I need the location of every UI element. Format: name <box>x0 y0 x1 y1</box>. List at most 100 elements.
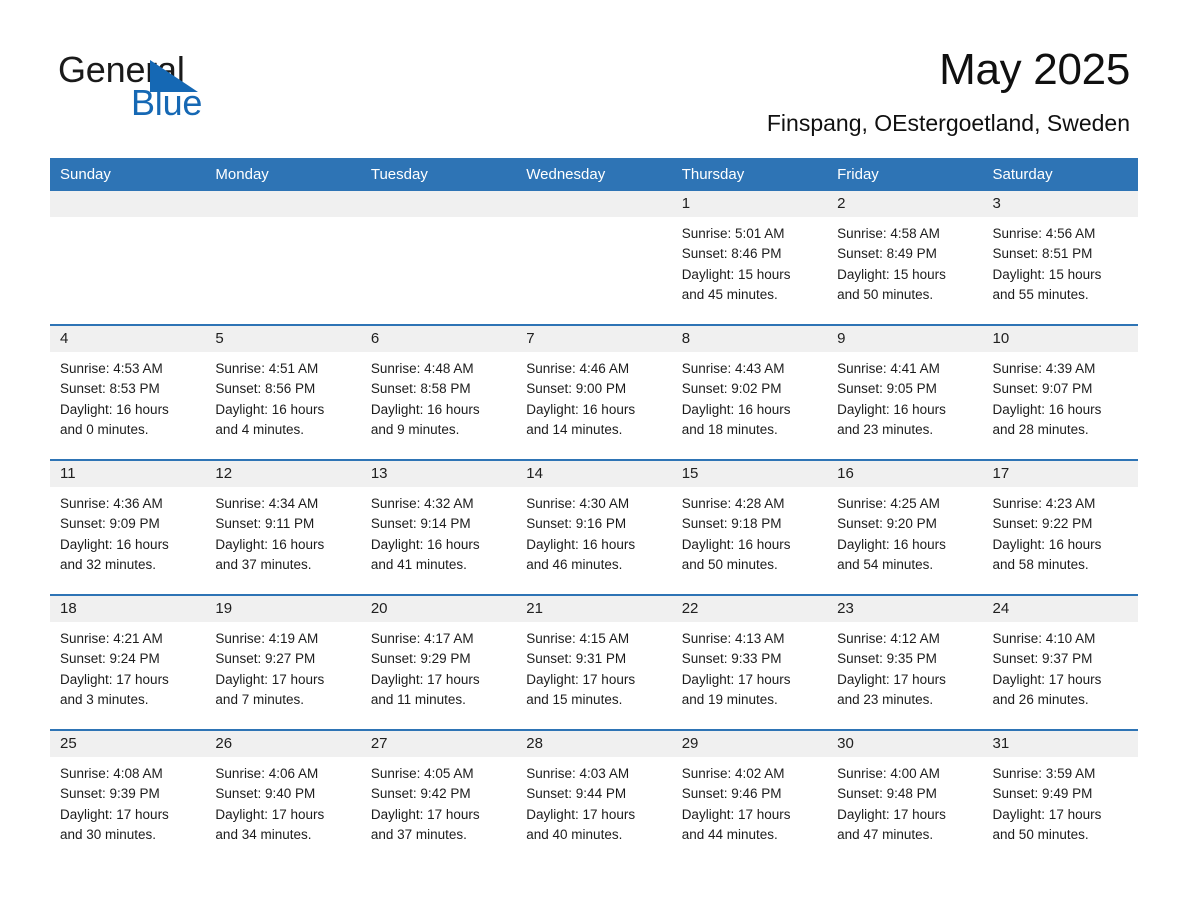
calendar-cell-day[interactable]: 4 Sunrise: 4:53 AM Sunset: 8:53 PM Daylight… <box>50 324 206 460</box>
daylight-text: Daylight: 16 hours and 54 minutes. <box>837 536 946 573</box>
day-cell: 1 Sunrise: 5:01 AM Sunset: 8:46 PM Daylight… <box>671 191 828 324</box>
day-details: Sunrise: 3:59 AM Sunset: 9:49 PM Daylight:… <box>983 757 1138 846</box>
calendar-cell-day[interactable]: 9 Sunrise: 4:41 AM Sunset: 9:05 PM Daylight… <box>827 324 983 460</box>
daylight-text: Daylight: 17 hours and 34 minutes. <box>215 806 325 843</box>
day-details: Sunrise: 4:05 AM Sunset: 9:42 PM Daylight:… <box>361 757 516 846</box>
sunset-text: Sunset: 9:33 PM <box>681 651 782 667</box>
weekday-header-sunday: Sunday <box>50 158 206 191</box>
daylight-text: Daylight: 17 hours and 50 minutes. <box>992 806 1102 843</box>
calendar-cell-day[interactable]: 24 Sunrise: 4:10 AM Sunset: 9:37 PM Dayligh… <box>982 594 1138 730</box>
daylight-text: Daylight: 17 hours and 3 minutes. <box>60 671 169 708</box>
day-number: 1 <box>671 191 828 217</box>
day-details: Sunrise: 4:46 AM Sunset: 9:00 PM Daylight:… <box>516 352 671 441</box>
calendar-cell-day[interactable]: 5 Sunrise: 4:51 AM Sunset: 8:56 PM Daylight… <box>205 324 361 460</box>
calendar-cell-day[interactable]: 16 Sunrise: 4:25 AM Sunset: 9:20 PM Dayligh… <box>827 459 983 595</box>
calendar-cell-day[interactable]: 22 Sunrise: 4:13 AM Sunset: 9:33 PM Dayligh… <box>671 594 828 730</box>
day-details: Sunrise: 4:32 AM Sunset: 9:14 PM Daylight:… <box>361 487 516 576</box>
day-number: 17 <box>982 461 1138 487</box>
calendar-cell-day[interactable]: 15 Sunrise: 4:28 AM Sunset: 9:18 PM Dayligh… <box>671 459 828 595</box>
calendar-cell-day[interactable]: 7 Sunrise: 4:46 AM Sunset: 9:00 PM Daylight… <box>516 324 672 460</box>
daylight-text: Daylight: 17 hours and 30 minutes. <box>60 806 169 843</box>
day-number: 24 <box>982 596 1138 622</box>
sunrise-text: Sunrise: 4:03 AM <box>526 766 630 781</box>
sunrise-text: Sunrise: 4:06 AM <box>215 766 319 781</box>
sunrise-text: Sunrise: 4:56 AM <box>992 226 1096 241</box>
calendar-cell-day[interactable]: 30 Sunrise: 4:00 AM Sunset: 9:48 PM Dayligh… <box>827 729 983 864</box>
calendar-week-row: 11 Sunrise: 4:36 AM Sunset: 9:09 PM Dayligh… <box>50 459 1138 595</box>
sunset-text: Sunset: 9:31 PM <box>526 651 627 667</box>
calendar-cell-day[interactable]: 12 Sunrise: 4:34 AM Sunset: 9:11 PM Dayligh… <box>205 459 361 595</box>
calendar-cell-day[interactable]: 31 Sunrise: 3:59 AM Sunset: 9:49 PM Dayligh… <box>982 729 1138 864</box>
calendar-body: 1 Sunrise: 5:01 AM Sunset: 8:46 PM Daylight… <box>50 191 1138 864</box>
weekday-header-thursday: Thursday <box>671 158 828 191</box>
location-subtitle: Finspang, OEstergoetland, Sweden <box>766 110 1130 136</box>
day-cell <box>205 191 361 324</box>
daylight-text: Daylight: 16 hours and 58 minutes. <box>992 536 1102 573</box>
calendar-page: General Blue May 2025 Finspang, OEstergo… <box>0 0 1188 918</box>
sunset-text: Sunset: 9:07 PM <box>992 381 1093 397</box>
daylight-text: Daylight: 17 hours and 7 minutes. <box>215 671 325 708</box>
calendar-cell-day[interactable]: 27 Sunrise: 4:05 AM Sunset: 9:42 PM Dayligh… <box>360 729 517 864</box>
day-number: 8 <box>671 326 828 352</box>
page-header: General Blue May 2025 Finspang, OEstergo… <box>0 0 1188 152</box>
calendar-cell-day[interactable]: 17 Sunrise: 4:23 AM Sunset: 9:22 PM Dayligh… <box>982 459 1138 595</box>
day-number: 29 <box>671 731 828 757</box>
day-cell: 20 Sunrise: 4:17 AM Sunset: 9:29 PM Dayligh… <box>360 596 517 729</box>
calendar-cell-day[interactable]: 6 Sunrise: 4:48 AM Sunset: 8:58 PM Daylight… <box>360 324 517 460</box>
day-number: 28 <box>516 731 672 757</box>
calendar-cell-day[interactable]: 2 Sunrise: 4:58 AM Sunset: 8:49 PM Daylight… <box>827 191 983 325</box>
day-number: 11 <box>50 461 206 487</box>
day-details: Sunrise: 4:41 AM Sunset: 9:05 PM Daylight:… <box>827 352 982 441</box>
calendar-cell-day[interactable]: 23 Sunrise: 4:12 AM Sunset: 9:35 PM Dayligh… <box>827 594 983 730</box>
calendar-header-row: Sunday Monday Tuesday Wednesday Thursday… <box>50 158 1138 191</box>
day-details: Sunrise: 4:13 AM Sunset: 9:33 PM Daylight:… <box>672 622 827 711</box>
calendar-week-row: 4 Sunrise: 4:53 AM Sunset: 8:53 PM Daylight… <box>50 324 1138 460</box>
sunrise-text: Sunrise: 4:25 AM <box>837 496 940 511</box>
calendar-cell-day[interactable]: 8 Sunrise: 4:43 AM Sunset: 9:02 PM Daylight… <box>671 324 828 460</box>
day-cell: 21 Sunrise: 4:15 AM Sunset: 9:31 PM Dayligh… <box>516 596 672 729</box>
sunset-text: Sunset: 9:20 PM <box>837 516 937 532</box>
calendar-cell-day[interactable]: 21 Sunrise: 4:15 AM Sunset: 9:31 PM Dayligh… <box>516 594 672 730</box>
day-cell: 5 Sunrise: 4:51 AM Sunset: 8:56 PM Daylight… <box>205 326 361 459</box>
calendar-cell-day[interactable]: 28 Sunrise: 4:03 AM Sunset: 9:44 PM Dayligh… <box>516 729 672 864</box>
sunrise-text: Sunrise: 4:30 AM <box>526 496 630 511</box>
calendar-week-row: 1 Sunrise: 5:01 AM Sunset: 8:46 PM Daylight… <box>50 191 1138 325</box>
day-number: 14 <box>516 461 672 487</box>
calendar-cell-day[interactable]: 18 Sunrise: 4:21 AM Sunset: 9:24 PM Dayligh… <box>50 594 206 730</box>
day-details: Sunrise: 4:10 AM Sunset: 9:37 PM Daylight:… <box>983 622 1138 711</box>
day-details: Sunrise: 4:12 AM Sunset: 9:35 PM Daylight:… <box>827 622 982 711</box>
daylight-text: Daylight: 16 hours and 18 minutes. <box>681 401 791 438</box>
calendar-week-row: 18 Sunrise: 4:21 AM Sunset: 9:24 PM Dayligh… <box>50 594 1138 730</box>
day-cell: 27 Sunrise: 4:05 AM Sunset: 9:42 PM Dayligh… <box>360 731 517 864</box>
calendar-cell-day[interactable]: 13 Sunrise: 4:32 AM Sunset: 9:14 PM Dayligh… <box>360 459 517 595</box>
sunrise-text: Sunrise: 4:19 AM <box>215 631 319 646</box>
calendar-cell-day[interactable]: 10 Sunrise: 4:39 AM Sunset: 9:07 PM Dayligh… <box>982 324 1138 460</box>
calendar-cell-day[interactable]: 19 Sunrise: 4:19 AM Sunset: 9:27 PM Dayligh… <box>205 594 361 730</box>
logo-text-blue: Blue <box>131 82 203 123</box>
sunrise-text: Sunrise: 4:53 AM <box>60 361 163 376</box>
day-number: 13 <box>360 461 517 487</box>
day-number <box>516 191 672 217</box>
calendar-cell-day[interactable]: 3 Sunrise: 4:56 AM Sunset: 8:51 PM Daylight… <box>982 191 1138 325</box>
sunrise-text: Sunrise: 4:02 AM <box>681 766 785 781</box>
day-number <box>50 191 206 217</box>
day-details: Sunrise: 4:51 AM Sunset: 8:56 PM Daylight:… <box>205 352 360 441</box>
daylight-text: Daylight: 16 hours and 46 minutes. <box>526 536 636 573</box>
calendar-cell-day[interactable]: 25 Sunrise: 4:08 AM Sunset: 9:39 PM Dayligh… <box>50 729 206 864</box>
sunrise-text: Sunrise: 4:41 AM <box>837 361 940 376</box>
day-details: Sunrise: 4:30 AM Sunset: 9:16 PM Daylight:… <box>516 487 671 576</box>
calendar-cell-day[interactable]: 26 Sunrise: 4:06 AM Sunset: 9:40 PM Dayligh… <box>205 729 361 864</box>
calendar-cell-day[interactable]: 1 Sunrise: 5:01 AM Sunset: 8:46 PM Daylight… <box>671 191 828 325</box>
sunrise-text: Sunrise: 4:39 AM <box>992 361 1096 376</box>
day-cell: 11 Sunrise: 4:36 AM Sunset: 9:09 PM Dayligh… <box>50 461 206 594</box>
calendar-cell-day[interactable]: 29 Sunrise: 4:02 AM Sunset: 9:46 PM Dayligh… <box>671 729 828 864</box>
weekday-header-saturday: Saturday <box>982 158 1138 191</box>
daylight-text: Daylight: 15 hours and 45 minutes. <box>681 266 791 303</box>
sunset-text: Sunset: 9:11 PM <box>215 516 315 532</box>
sunset-text: Sunset: 9:18 PM <box>681 516 782 532</box>
sunset-text: Sunset: 9:35 PM <box>837 651 937 667</box>
calendar-cell-day[interactable]: 11 Sunrise: 4:36 AM Sunset: 9:09 PM Dayligh… <box>50 459 206 595</box>
calendar-cell-day[interactable]: 20 Sunrise: 4:17 AM Sunset: 9:29 PM Dayligh… <box>360 594 517 730</box>
calendar-cell-day[interactable]: 14 Sunrise: 4:30 AM Sunset: 9:16 PM Dayligh… <box>516 459 672 595</box>
sunset-text: Sunset: 8:58 PM <box>370 381 471 397</box>
